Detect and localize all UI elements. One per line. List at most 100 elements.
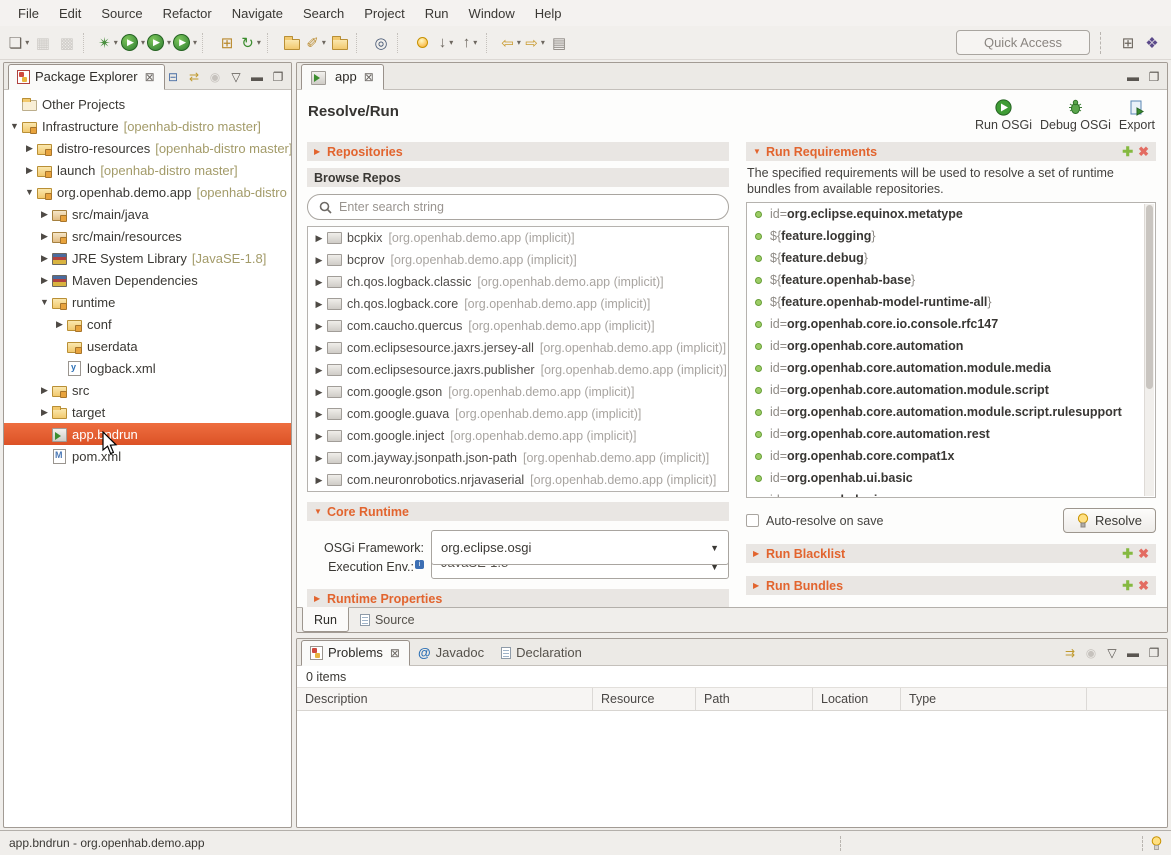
export-button[interactable]: Export: [1119, 99, 1155, 132]
tree-item[interactable]: src/main/java: [4, 203, 291, 225]
expand-arrow-icon[interactable]: [38, 297, 51, 307]
expand-arrow-icon[interactable]: [313, 299, 325, 310]
separator[interactable]: [83, 33, 92, 53]
separator[interactable]: [202, 33, 211, 53]
expand-arrow-icon[interactable]: [38, 231, 51, 242]
next-annotation[interactable]: ↓: [435, 31, 457, 55]
tree-item[interactable]: Infrastructure [openhab-distro master]: [4, 115, 291, 137]
requirement-item[interactable]: ${feature.logging}: [747, 225, 1155, 247]
view-menu[interactable]: ▽: [1104, 645, 1120, 661]
com.eclipsesource.jaxrs.publisher[interactable]: com.eclipsesource.jaxrs.publisher [org.o…: [308, 359, 728, 381]
requirement-item[interactable]: id=org.openhab.core.compat1x: [747, 445, 1155, 467]
open-type[interactable]: [329, 31, 351, 55]
focus-on-active-task[interactable]: ◉: [207, 69, 223, 85]
com.google.inject[interactable]: com.google.inject [org.openhab.demo.app …: [308, 425, 728, 447]
expand-arrow-icon[interactable]: [38, 253, 51, 264]
quick-access-button[interactable]: Quick Access: [956, 30, 1090, 55]
auto-resolve-checkbox[interactable]: [746, 514, 759, 527]
tree-item[interactable]: JRE System Library [JavaSE-1.8]: [4, 247, 291, 269]
column-header[interactable]: Location: [813, 688, 901, 710]
expand-arrow-icon[interactable]: [23, 165, 36, 176]
tab-app-bndrun[interactable]: app ⊠: [301, 64, 384, 90]
debug[interactable]: ✴: [97, 31, 119, 55]
requirement-item[interactable]: id=org.openhab.core.automation: [747, 335, 1155, 357]
tree-item[interactable]: Other Projects: [4, 93, 291, 115]
profile[interactable]: ▶: [173, 31, 197, 55]
add-blacklist-icon[interactable]: ✚: [1122, 546, 1133, 562]
expand-arrow-icon[interactable]: [38, 407, 51, 418]
column-header[interactable]: Path: [696, 688, 813, 710]
tree-item[interactable]: launch [openhab-distro master]: [4, 159, 291, 181]
expand-arrow-icon[interactable]: [313, 431, 325, 442]
separator[interactable]: [486, 33, 495, 53]
tree-item[interactable]: pom.xml: [4, 445, 291, 467]
bcpkix[interactable]: bcpkix [org.openhab.demo.app (implicit)]: [308, 227, 728, 249]
expand-arrow-icon[interactable]: [313, 277, 325, 288]
com.jayway.jsonpath.json-path[interactable]: com.jayway.jsonpath.json-path [org.openh…: [308, 447, 728, 469]
column-header[interactable]: Resource: [593, 688, 696, 710]
tree-item[interactable]: org.openhab.demo.app [openhab-distro mas…: [4, 181, 291, 203]
run-osgi-button[interactable]: Run OSGi: [975, 99, 1032, 132]
close-icon[interactable]: ⊠: [145, 70, 155, 84]
requirement-item[interactable]: ${feature.openhab-model-runtime-all}: [747, 291, 1155, 313]
new-wizard[interactable]: ❏: [8, 31, 30, 55]
update-maven-project[interactable]: ↻: [240, 31, 262, 55]
requirement-item[interactable]: id=org.openhab.ui.basic: [747, 467, 1155, 489]
add-requirement-icon[interactable]: ✚: [1122, 144, 1133, 160]
open-resource[interactable]: [281, 31, 303, 55]
menu-item[interactable]: File: [8, 3, 49, 24]
menu-item[interactable]: Source: [91, 3, 152, 24]
save-all[interactable]: ▩: [56, 31, 78, 55]
tree-item[interactable]: src: [4, 379, 291, 401]
maximize[interactable]: ❐: [270, 69, 286, 85]
menu-item[interactable]: Run: [415, 3, 459, 24]
separator[interactable]: [397, 33, 406, 53]
expand-arrow-icon[interactable]: [38, 209, 51, 220]
menu-item[interactable]: Help: [525, 3, 572, 24]
tree-item[interactable]: src/main/resources: [4, 225, 291, 247]
tab-source[interactable]: Source: [349, 608, 426, 632]
expand-arrow-icon[interactable]: [8, 121, 21, 131]
link-with-editor[interactable]: ⇄: [186, 69, 202, 85]
requirement-item[interactable]: id=org.openhab.core.automation.module.sc…: [747, 379, 1155, 401]
run-requirements-section-header[interactable]: ▼ Run Requirements ✚ ✖: [746, 142, 1156, 161]
run-blacklist-section-header[interactable]: ▶ Run Blacklist ✚ ✖: [746, 544, 1156, 563]
collapse-all[interactable]: ⊟: [165, 69, 181, 85]
requirement-item[interactable]: id=org.openhab.core.io.console.rfc147: [747, 313, 1155, 335]
close-icon[interactable]: ⊠: [364, 70, 374, 84]
close-icon[interactable]: ⊠: [390, 646, 400, 660]
requirement-item[interactable]: id=org.openhab.core.automation.module.me…: [747, 357, 1155, 379]
expand-arrow-icon[interactable]: [313, 233, 325, 244]
view-menu[interactable]: ▽: [228, 69, 244, 85]
menu-item[interactable]: Search: [293, 3, 354, 24]
debug-osgi-button[interactable]: Debug OSGi: [1040, 99, 1111, 132]
osgi-framework-combo[interactable]: org.eclipse.osgi ▼: [431, 530, 729, 565]
save[interactable]: ▦: [32, 31, 54, 55]
open-perspective[interactable]: ⊞: [1117, 32, 1139, 54]
column-header[interactable]: Type: [901, 688, 1087, 710]
requirement-item[interactable]: id=org.eclipse.equinox.metatype: [747, 203, 1155, 225]
tree-item[interactable]: app.bndrun: [4, 423, 291, 445]
expand-arrow-icon[interactable]: [23, 143, 36, 154]
requirement-item[interactable]: ${feature.openhab-base}: [747, 269, 1155, 291]
runtime-properties-section-header[interactable]: ▶ Runtime Properties: [307, 589, 729, 608]
new-java-project[interactable]: ⊞: [216, 31, 238, 55]
minimize[interactable]: ▬: [249, 69, 265, 85]
com.neuronrobotics.nrjavaserial[interactable]: com.neuronrobotics.nrjavaserial [org.ope…: [308, 469, 728, 491]
requirement-item[interactable]: id=org.openhab.core.automation.rest: [747, 423, 1155, 445]
com.eclipsesource.jaxrs.jersey-all[interactable]: com.eclipsesource.jaxrs.jersey-all [org.…: [308, 337, 728, 359]
tree-item[interactable]: Maven Dependencies: [4, 269, 291, 291]
back-history[interactable]: ⇦: [500, 31, 522, 55]
focus-on-active-task[interactable]: ◉: [1083, 645, 1099, 661]
menu-item[interactable]: Navigate: [222, 3, 293, 24]
menu-item[interactable]: Project: [354, 3, 414, 24]
scrollbar[interactable]: [1144, 204, 1154, 496]
tree-item[interactable]: conf: [4, 313, 291, 335]
expand-arrow-icon[interactable]: [53, 319, 66, 330]
run-last-launched[interactable]: ▶: [147, 31, 171, 55]
remove-bundle-icon[interactable]: ✖: [1138, 578, 1149, 594]
com.google.gson[interactable]: com.google.gson [org.openhab.demo.app (i…: [308, 381, 728, 403]
debug-perspective[interactable]: ❖: [1141, 32, 1163, 54]
menu-item[interactable]: Refactor: [153, 3, 222, 24]
tree-item[interactable]: distro-resources [openhab-distro master]: [4, 137, 291, 159]
